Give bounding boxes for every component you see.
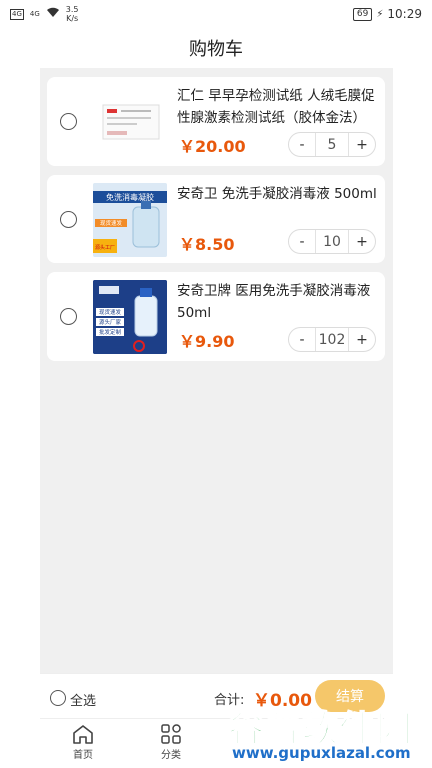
product-thumbnail[interactable] (93, 85, 167, 159)
product-title[interactable]: 安奇卫牌 医用免洗手凝胶消毒液 50ml (177, 280, 377, 324)
clock: 10:29 (387, 7, 422, 21)
thumb-label: 源头厂家 (99, 318, 122, 326)
status-left: 4G 4G 3.5 K/s (10, 5, 79, 23)
thumb-label: 现货速发 (100, 219, 123, 227)
status-bar: 4G 4G 3.5 K/s 69 ⚡ 10:29 (0, 0, 432, 28)
network-indicator: 4G (29, 10, 40, 18)
product-title[interactable]: 安奇卫 免洗手凝胶消毒液 500ml (177, 183, 377, 227)
quantity-value[interactable]: 102 (315, 328, 349, 351)
quantity-stepper: - 102 + (288, 327, 376, 352)
wifi-icon (46, 7, 60, 21)
cart-item-card[interactable]: 免洗消毒凝胶 现货速发 源头工厂 安奇卫 免洗手凝胶消毒液 500ml ￥8.5… (47, 175, 385, 263)
decrement-button[interactable]: - (289, 328, 315, 351)
tab-category[interactable]: 分类 (141, 724, 201, 761)
select-all-radio[interactable] (50, 690, 66, 706)
product-thumbnail[interactable]: 免洗消毒凝胶 现货速发 源头工厂 (93, 183, 167, 257)
home-icon (73, 725, 93, 744)
speed-value: 3.5 (65, 5, 79, 14)
category-icon (161, 724, 181, 744)
speed-unit: K/s (66, 14, 79, 23)
watermark-logo: 谷普软件园 www.gupuxlazal.com (227, 700, 432, 768)
tab-label: 首页 (73, 750, 93, 761)
item-select-radio[interactable] (60, 308, 77, 325)
select-all-label[interactable]: 全选 (70, 690, 96, 709)
quantity-stepper: - 5 + (288, 132, 376, 157)
quantity-value[interactable]: 5 (315, 133, 349, 156)
tab-home[interactable]: 首页 (53, 724, 113, 761)
increment-button[interactable]: + (349, 133, 375, 156)
quantity-value[interactable]: 10 (315, 230, 349, 253)
decrement-button[interactable]: - (289, 133, 315, 156)
product-price: ￥8.50 (179, 235, 235, 254)
thumb-label: 批发定制 (99, 328, 122, 336)
battery-icon: 69 (352, 7, 373, 21)
product-price: ￥20.00 (179, 137, 246, 156)
increment-button[interactable]: + (349, 230, 375, 253)
watermark-url: www.gupuxlazal.com (232, 744, 411, 762)
item-select-radio[interactable] (60, 211, 77, 228)
signal-icon: 4G (10, 8, 24, 20)
product-thumbnail[interactable]: 现货速发 源头厂家 批发定制 (93, 280, 167, 354)
item-select-radio[interactable] (60, 113, 77, 130)
network-speed: 3.5 K/s (66, 5, 79, 23)
status-right: 69 ⚡ 10:29 (352, 7, 422, 21)
thumb-label: 源头工厂 (95, 244, 115, 251)
thumb-label: 现货速发 (99, 308, 122, 316)
cart-item-card[interactable]: 现货速发 源头厂家 批发定制 安奇卫牌 医用免洗手凝胶消毒液 50ml ￥9.9… (47, 272, 385, 361)
product-title[interactable]: 汇仁 早早孕检测试纸 人绒毛膜促性腺激素检测试纸（胶体金法）2... (177, 85, 377, 129)
product-price: ￥9.90 (179, 332, 235, 351)
page-title: 购物车 (0, 28, 432, 68)
thumb-label: 免洗消毒凝胶 (106, 192, 154, 202)
tab-label: 分类 (161, 750, 181, 761)
decrement-button[interactable]: - (289, 230, 315, 253)
cart-item-card[interactable]: 汇仁 早早孕检测试纸 人绒毛膜促性腺激素检测试纸（胶体金法）2... ￥20.0… (47, 77, 385, 166)
quantity-stepper: - 10 + (288, 229, 376, 254)
increment-button[interactable]: + (349, 328, 375, 351)
charging-icon: ⚡ (376, 8, 384, 20)
